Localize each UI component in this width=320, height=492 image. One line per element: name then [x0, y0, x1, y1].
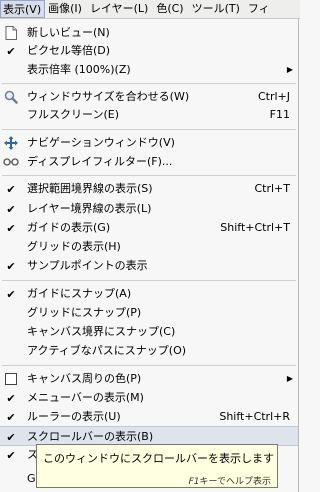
checkmark-icon: ✔: [6, 259, 16, 273]
menu-item-shortcut: Shift+Ctrl+T: [220, 221, 290, 234]
tooltip-help-text: キーでヘルプ表示: [199, 477, 271, 487]
submenu-arrow-icon: ▶: [286, 65, 293, 74]
menu-item-label: グリッドにスナップ(P): [27, 306, 142, 319]
menu-item-shortcut: Ctrl+J: [257, 90, 290, 103]
menu-item-snap-to-canvas-edges[interactable]: キャンバス境界にスナップ(C): [0, 322, 298, 342]
menu-item-snap-to-guides[interactable]: ✔ ガイドにスナップ(A): [0, 284, 298, 304]
checkmark-icon: ✔: [6, 287, 16, 301]
menu-filters[interactable]: フィ: [245, 0, 270, 18]
menu-item-label: 新しいビュー(N): [27, 26, 110, 39]
menu-item-show-sample-points[interactable]: ✔ サンプルポイントの表示: [0, 256, 298, 276]
new-view-icon: [0, 23, 22, 43]
tooltip-text: このウィンドウにスクロールバーを表示します: [43, 452, 274, 465]
menu-item-shortcut: Ctrl+T: [254, 182, 290, 195]
menu-colors[interactable]: 色(C): [153, 0, 188, 18]
menu-item-fullscreen[interactable]: フルスクリーン(E) F11: [0, 105, 298, 125]
menu-separator: [2, 175, 296, 176]
menu-item-shortcut: F11: [269, 108, 290, 121]
menu-item-show-menubar[interactable]: ✔ メニューバーの表示(M): [0, 388, 298, 408]
navigation-icon: [0, 133, 22, 153]
menu-item-label: 選択範囲境界線の表示(S): [27, 182, 153, 195]
menu-item-show-guides[interactable]: ✔ ガイドの表示(G) Shift+Ctrl+T: [0, 218, 298, 238]
submenu-arrow-icon: ▶: [286, 374, 293, 383]
menu-view[interactable]: 表示(V): [0, 0, 46, 18]
menu-item-label: レイヤー境界線の表示(L): [27, 202, 152, 215]
menu-item-label: ウィンドウサイズを合わせる(W): [27, 90, 190, 103]
checkmark-icon: ✔: [6, 202, 16, 216]
menu-item-padding-color[interactable]: キャンバス周りの色(P) ▶: [0, 369, 298, 389]
menu-item-label: ルーラーの表示(U): [27, 410, 121, 423]
menu-image[interactable]: 画像(I): [45, 0, 87, 18]
menu-item-shortcut: Shift+Ctrl+R: [219, 410, 290, 423]
checkmark-icon: ✔: [6, 410, 16, 424]
menu-item-show-scrollbars[interactable]: ✔ スクロールバーの表示(B): [0, 426, 298, 446]
menu-item-display-filters[interactable]: ディスプレイフィルター(F)...: [0, 152, 298, 172]
menu-item-label: キャンバス周りの色(P): [27, 372, 142, 385]
menu-item-label: 表示倍率 (100%)(Z): [27, 63, 131, 76]
view-menu-dropdown: 新しいビュー(N) ✔ ピクセル等倍(D) 表示倍率 (100%)(Z) ▶ ウ…: [0, 19, 299, 492]
display-filter-icon: [0, 152, 22, 172]
menu-item-new-view[interactable]: 新しいビュー(N): [0, 23, 298, 43]
menu-tools[interactable]: ツール(T): [189, 0, 245, 18]
menu-item-label: ガイドにスナップ(A): [27, 287, 132, 300]
checkmark-icon: ✔: [6, 448, 16, 462]
checkmark-icon: ✔: [6, 391, 16, 405]
menu-item-navigation-window[interactable]: ナビゲーションウィンドウ(V): [0, 133, 298, 153]
menu-item-label: サンプルポイントの表示: [27, 259, 148, 272]
menubar: 表示(V) 画像(I) レイヤー(L) 色(C) ツール(T) フィ: [0, 0, 300, 19]
menu-item-label: フルスクリーン(E): [27, 108, 119, 121]
menu-item-dot-for-dot[interactable]: ✔ ピクセル等倍(D): [0, 41, 298, 61]
menu-item-label: メニューバーの表示(M): [27, 391, 144, 404]
menu-item-show-selection[interactable]: ✔ 選択範囲境界線の表示(S) Ctrl+T: [0, 179, 298, 199]
menu-item-shrink-wrap[interactable]: ウィンドウサイズを合わせる(W) Ctrl+J: [0, 87, 298, 107]
menu-item-label: ナビゲーションウィンドウ(V): [27, 136, 175, 149]
checkmark-icon: ✔: [6, 182, 16, 196]
menu-separator: [2, 83, 296, 84]
menu-item-label: ディスプレイフィルター(F)...: [27, 155, 173, 168]
menu-item-zoom[interactable]: 表示倍率 (100%)(Z) ▶: [0, 60, 298, 80]
menu-item-label: グリッドの表示(H): [27, 240, 121, 253]
menu-separator: [2, 129, 296, 130]
menu-item-label: アクティブなパスにスナップ(O): [27, 344, 187, 357]
tooltip-help: F1キーでヘルプ表示: [189, 474, 271, 487]
menu-item-show-rulers[interactable]: ✔ ルーラーの表示(U) Shift+Ctrl+R: [0, 407, 298, 427]
menu-layer[interactable]: レイヤー(L): [87, 0, 153, 18]
tooltip-help-key: F1: [188, 477, 200, 487]
zoom-icon: [0, 87, 22, 107]
menu-separator: [2, 280, 296, 281]
menu-item-snap-to-grid[interactable]: グリッドにスナップ(P): [0, 303, 298, 323]
menu-item-show-layer-boundary[interactable]: ✔ レイヤー境界線の表示(L): [0, 199, 298, 219]
menu-item-show-grid[interactable]: グリッドの表示(H): [0, 237, 298, 257]
menu-item-label: ガイドの表示(G): [27, 221, 111, 234]
checkmark-icon: ✔: [6, 44, 16, 58]
menu-separator: [2, 365, 296, 366]
tooltip: このウィンドウにスクロールバーを表示します F1キーでヘルプ表示: [36, 444, 278, 488]
color-swatch-icon: [0, 369, 22, 389]
menu-item-label: ピクセル等倍(D): [27, 44, 111, 57]
menu-item-label: キャンバス境界にスナップ(C): [27, 325, 176, 338]
checkmark-icon: ✔: [6, 221, 16, 235]
checkmark-icon: ✔: [6, 430, 16, 444]
menu-item-snap-to-active-path[interactable]: アクティブなパスにスナップ(O): [0, 341, 298, 361]
